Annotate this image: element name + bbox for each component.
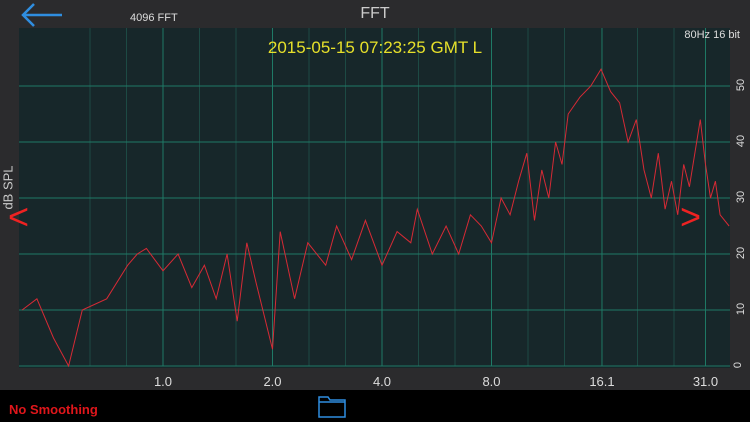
series-line-spectrum [21, 68, 730, 368]
next-button[interactable]: > [680, 196, 701, 238]
y-tick-label: 30 [735, 190, 748, 204]
x-tick-label: 16.1 [589, 374, 615, 389]
x-tick-label: 8.0 [482, 374, 501, 389]
x-tick-label: 2.0 [263, 374, 282, 389]
chart-title: 2015-05-15 07:23:25 GMT L [267, 38, 483, 57]
x-tick-label: 1.0 [153, 374, 173, 389]
folder-icon[interactable] [318, 396, 346, 418]
fft-chart [19, 28, 730, 368]
x-tick-label: 31.0 [692, 374, 719, 389]
y-tick-label: 50 [735, 78, 748, 92]
y-tick-label: 0 [732, 361, 745, 369]
y-tick-label: 10 [735, 302, 748, 316]
page-title: FFT [360, 5, 390, 22]
prev-button[interactable]: < [8, 196, 29, 238]
y-tick-label: 20 [735, 246, 748, 260]
smoothing-button[interactable]: No Smoothing [9, 402, 98, 417]
footer-bar [0, 390, 750, 422]
x-tick-label: 4.0 [372, 374, 392, 389]
y-tick-label: 40 [735, 134, 748, 148]
